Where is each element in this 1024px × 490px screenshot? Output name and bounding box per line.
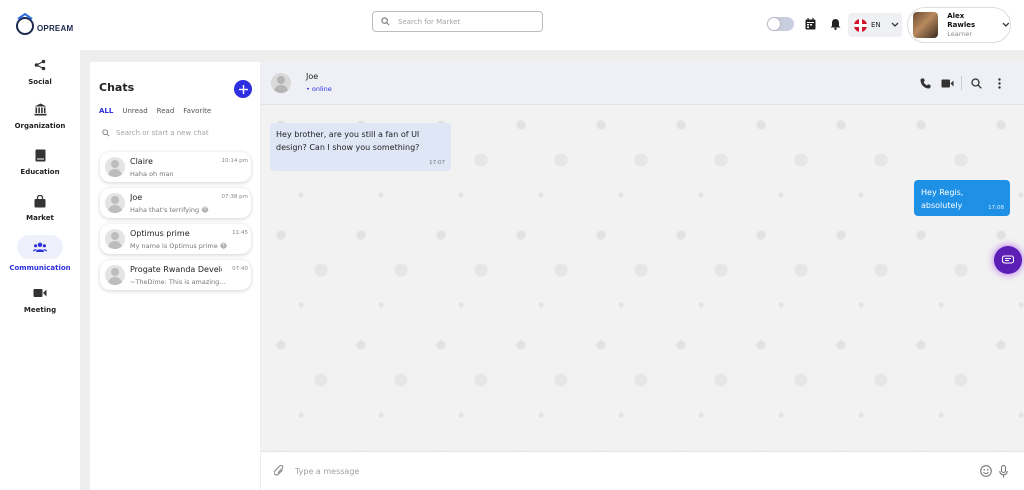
conversation-panel: Joe • online Hey brother, are you still …: [261, 62, 1024, 490]
chat-list-item[interactable]: Optimus prime 11:45 My name is Optimus p…: [100, 224, 251, 254]
nav-item-market[interactable]: Market: [0, 193, 80, 222]
chats-title: Chats: [99, 81, 135, 94]
avatar: [105, 193, 125, 213]
uk-flag-icon: [854, 18, 867, 32]
message-composer: [261, 451, 1024, 490]
emoji-icon[interactable]: [980, 465, 992, 477]
avatar: [105, 265, 125, 285]
language-selector[interactable]: EN: [848, 13, 902, 37]
message-area: Hey brother, are you still a fan of UI d…: [261, 105, 1024, 451]
avatar[interactable]: [271, 73, 291, 93]
nav-label: Communication: [9, 264, 71, 272]
avatar: [913, 12, 939, 38]
more-vertical-icon[interactable]: [992, 76, 1006, 90]
incoming-message[interactable]: Hey brother, are you still a fan of UI d…: [270, 123, 451, 171]
chat-search[interactable]: [102, 129, 236, 137]
message-time: 17:07: [429, 160, 445, 166]
avatar: [105, 157, 125, 177]
phone-icon[interactable]: [918, 76, 932, 90]
contact-status: • online: [306, 85, 332, 93]
chevron-down-icon: [1002, 22, 1010, 27]
nav-active-indicator: [17, 235, 63, 259]
calendar-icon[interactable]: [803, 16, 817, 32]
new-chat-button[interactable]: [234, 80, 252, 98]
chat-time: 07:40: [232, 266, 248, 272]
chat-list-item[interactable]: Claire 10:14 pm Haha oh man: [100, 152, 251, 182]
plus-icon: [238, 84, 248, 94]
logo-mark-icon: [16, 13, 34, 35]
nav-label: Market: [26, 214, 54, 222]
conversation-actions: [918, 76, 1006, 90]
assistant-button[interactable]: [994, 246, 1022, 274]
chat-name: Progate Rwanda Develo...: [130, 265, 222, 274]
users-icon: [33, 242, 47, 252]
chats-panel: Chats ALL Unread Read Favorite Claire 10…: [90, 62, 260, 490]
chat-time: 07:38 pm: [221, 194, 248, 200]
book-icon: [32, 147, 48, 163]
filter-favorite[interactable]: Favorite: [183, 107, 211, 115]
chevron-down-icon: [891, 22, 899, 27]
user-role: Learner: [947, 29, 973, 38]
chat-time: 10:14 pm: [221, 158, 248, 164]
divider: [961, 76, 962, 90]
nav-label: Organization: [14, 122, 66, 130]
logo[interactable]: OPREAM: [15, 12, 73, 38]
outgoing-message[interactable]: Hey Regis, absolutely 17:08: [914, 180, 1010, 216]
global-search-input[interactable]: [398, 17, 518, 26]
search-icon[interactable]: [969, 76, 983, 90]
avatar: [105, 229, 125, 249]
nav-label: Education: [20, 168, 60, 176]
microphone-icon[interactable]: [999, 465, 1008, 478]
chat-preview: Haha that's terrifying 😂: [130, 206, 209, 214]
nav-label: Social: [28, 78, 52, 86]
chat-name: Claire: [130, 157, 153, 166]
chat-name: Joe: [130, 193, 143, 202]
chat-time: 11:45: [232, 230, 248, 236]
nav-label: Meeting: [23, 306, 57, 314]
filter-all[interactable]: ALL: [99, 107, 113, 115]
message-text: Hey brother, are you still a fan of UI d…: [276, 130, 420, 152]
chat-search-input[interactable]: [116, 129, 236, 137]
toggle-knob: [768, 18, 780, 30]
video-camera-icon: [32, 285, 48, 301]
chat-preview: Haha oh man: [130, 170, 174, 178]
search-icon: [102, 129, 110, 137]
logo-text: OPREAM: [37, 23, 74, 33]
chat-preview: ~TheDime: This is amazing...: [130, 278, 226, 286]
share-icon: [32, 57, 48, 73]
global-search[interactable]: [372, 11, 543, 32]
nav-item-meeting[interactable]: Meeting: [0, 285, 80, 314]
nav-item-social[interactable]: Social: [0, 57, 80, 86]
filter-unread[interactable]: Unread: [122, 107, 147, 115]
chat-list-item[interactable]: Progate Rwanda Develo... 07:40 ~TheDime:…: [100, 260, 251, 290]
message-input[interactable]: [295, 464, 935, 478]
nav-item-communication[interactable]: Communication: [0, 235, 80, 272]
chat-name: Optimus prime: [130, 229, 190, 238]
contact-name[interactable]: Joe: [306, 72, 318, 81]
message-time: 17:08: [988, 205, 1004, 211]
user-profile-menu[interactable]: Alex Rawles Learner: [907, 7, 1011, 43]
chat-list-item[interactable]: Joe 07:38 pm Haha that's terrifying 😂: [100, 188, 251, 218]
left-navigation: Social Organization Education Market Com…: [0, 50, 80, 490]
search-icon: [381, 17, 390, 26]
nav-item-organization[interactable]: Organization: [0, 101, 80, 130]
chat-preview: My name is Optimus prime 😂: [130, 242, 228, 250]
top-header: OPREAM EN: [0, 0, 1024, 50]
language-code: EN: [871, 21, 881, 29]
conversation-header: Joe • online: [261, 62, 1024, 105]
attachment-icon[interactable]: [274, 465, 285, 478]
user-name: Alex Rawles: [947, 11, 976, 29]
bell-icon[interactable]: [828, 16, 842, 32]
chat-list: Claire 10:14 pm Haha oh man Joe 07:38 pm…: [100, 152, 251, 296]
video-call-icon[interactable]: [940, 76, 954, 90]
bank-icon: [32, 101, 48, 117]
chat-bot-icon: [1002, 255, 1014, 264]
filter-read[interactable]: Read: [157, 107, 175, 115]
nav-item-education[interactable]: Education: [0, 147, 80, 176]
shopping-bag-icon: [32, 193, 48, 209]
chat-filters: ALL Unread Read Favorite: [99, 107, 211, 115]
theme-toggle[interactable]: [767, 17, 794, 31]
